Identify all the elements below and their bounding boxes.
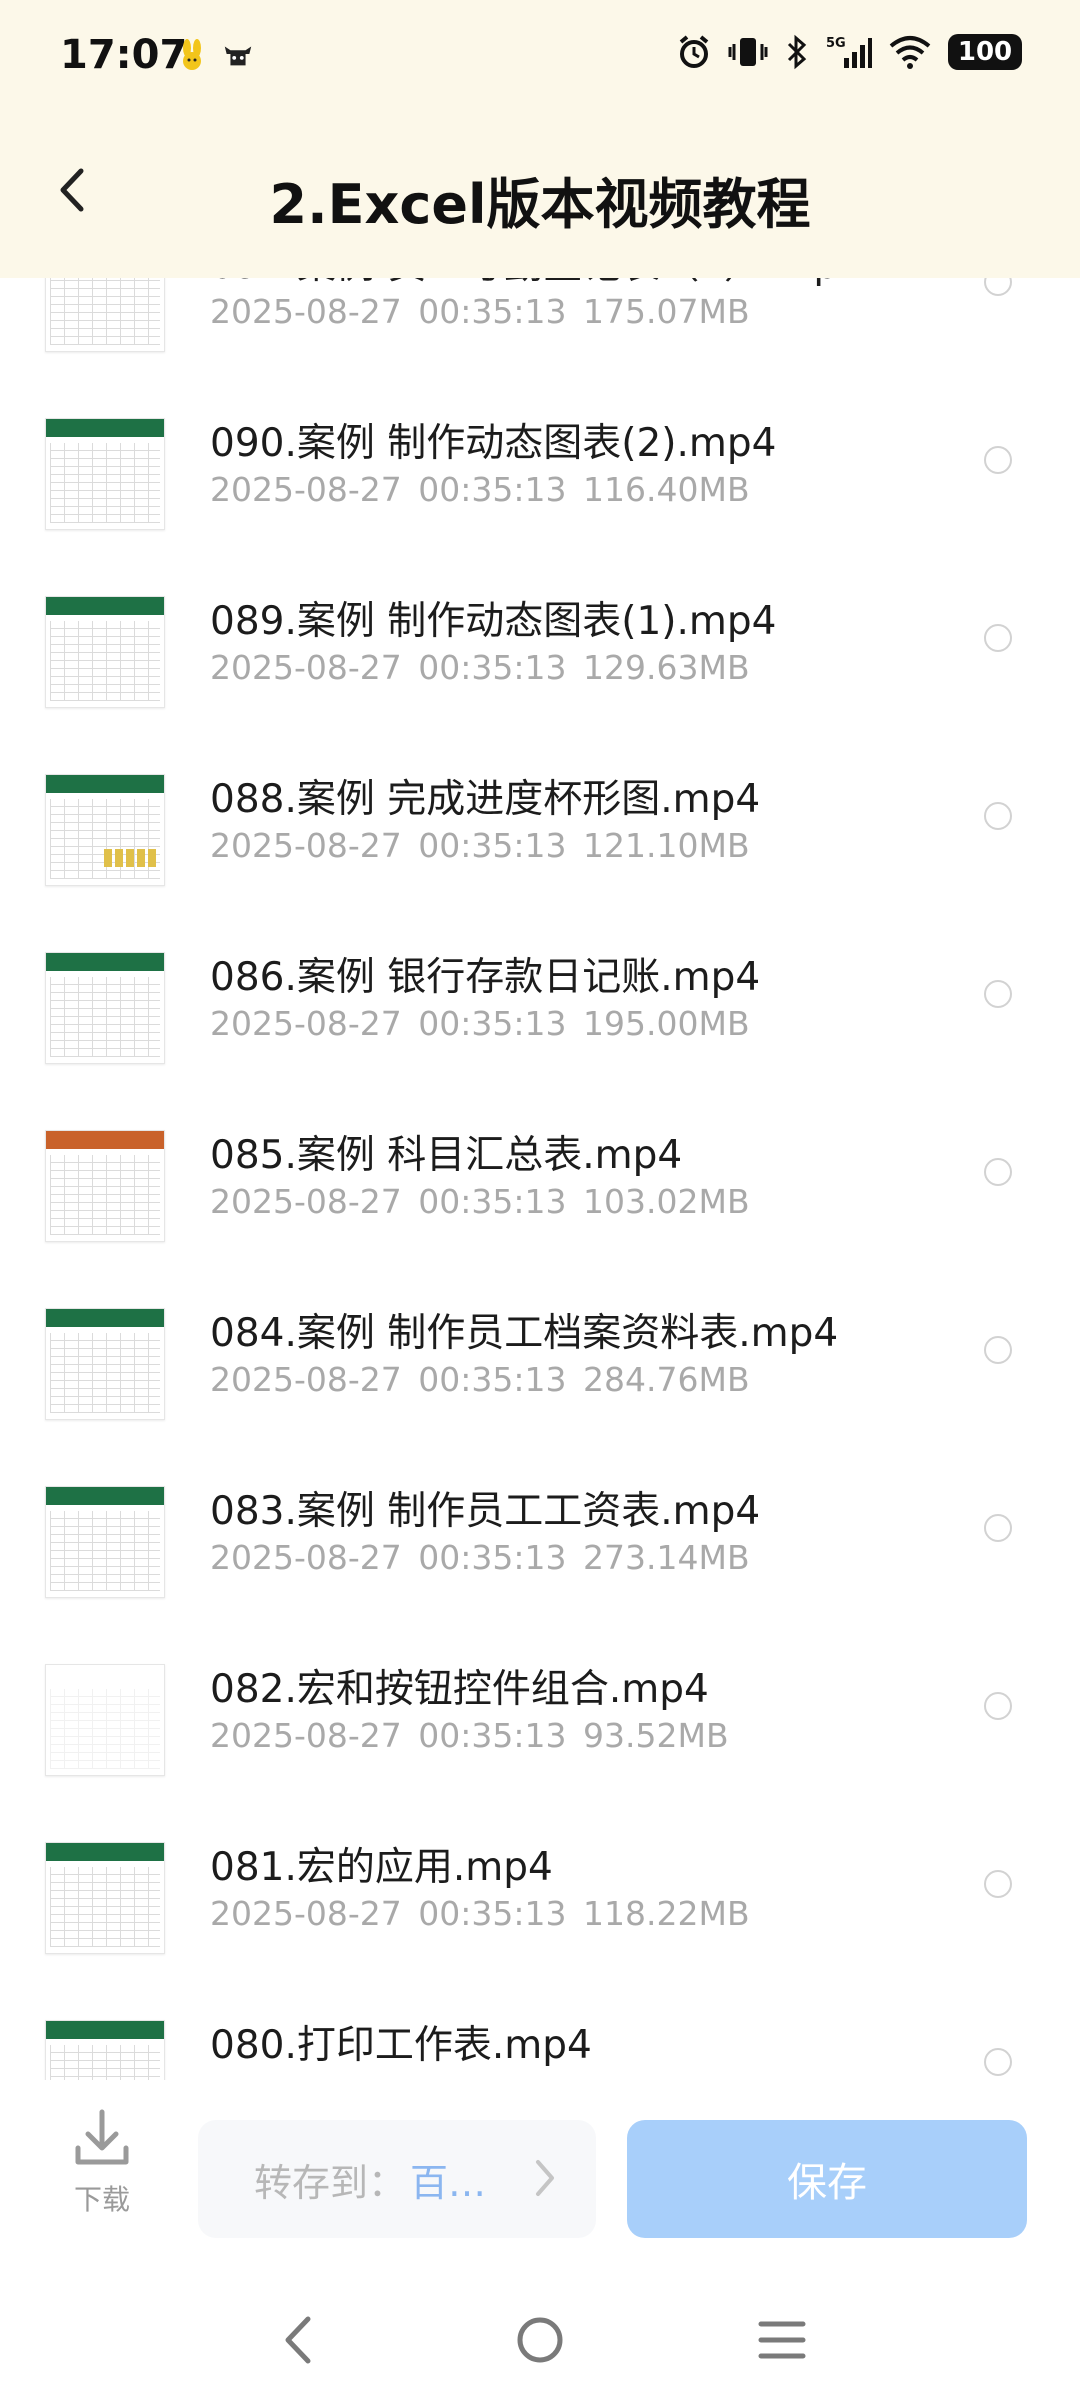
video-thumbnail [45, 952, 165, 1064]
file-meta: 2025-08-27 00:35:13 121.10MB [210, 826, 750, 865]
list-item[interactable]: 090.案例 制作动态图表(2).mp4 2025-08-27 00:35:13… [0, 362, 1080, 540]
file-name: 089.案例 制作动态图表(1).mp4 [210, 599, 777, 644]
list-item[interactable]: 084.案例 制作员工档案资料表.mp4 2025-08-27 00:35:13… [0, 1252, 1080, 1430]
status-time: 17:07 [60, 32, 188, 78]
save-to-selector[interactable]: 转存到： 百… [198, 2120, 596, 2238]
file-name: 084.案例 制作员工档案资料表.mp4 [210, 1311, 839, 1356]
video-thumbnail [45, 1664, 165, 1776]
vibrate-icon [728, 38, 768, 66]
file-name: 086.案例 银行存款日记账.mp4 [210, 955, 761, 1000]
file-name: 085.案例 科目汇总表.mp4 [210, 1133, 683, 1178]
nav-home-button[interactable] [510, 2310, 570, 2370]
list-item[interactable]: 080.打印工作表.mp4 [0, 1964, 1080, 2080]
notification-icons [175, 38, 255, 72]
select-radio[interactable] [984, 802, 1012, 830]
save-button[interactable]: 保存 [627, 2120, 1027, 2238]
video-thumbnail [45, 1308, 165, 1420]
cow-icon [221, 38, 255, 72]
list-item[interactable]: 082.宏和按钮控件组合.mp4 2025-08-27 00:35:13 93.… [0, 1608, 1080, 1786]
list-item[interactable]: 081.宏的应用.mp4 2025-08-27 00:35:13 118.22M… [0, 1786, 1080, 1964]
status-bar: 17:07 5G 100 [0, 0, 1080, 118]
list-item[interactable]: 086.案例 银行存款日记账.mp4 2025-08-27 00:35:13 1… [0, 896, 1080, 1074]
video-thumbnail [45, 1130, 165, 1242]
file-meta: 2025-08-27 00:35:13 273.14MB [210, 1538, 750, 1577]
select-radio[interactable] [984, 1870, 1012, 1898]
select-radio[interactable] [984, 1158, 1012, 1186]
select-radio[interactable] [984, 980, 1012, 1008]
nav-back-icon [285, 2316, 311, 2364]
list-item[interactable]: 085.案例 科目汇总表.mp4 2025-08-27 00:35:13 103… [0, 1074, 1080, 1252]
select-radio[interactable] [984, 446, 1012, 474]
file-meta: 2025-08-27 00:35:13 103.02MB [210, 1182, 750, 1221]
file-meta: 2025-08-27 00:35:13 116.40MB [210, 470, 750, 509]
select-radio[interactable] [984, 1514, 1012, 1542]
save-to-target: 百… [410, 2160, 487, 2205]
video-thumbnail [45, 596, 165, 708]
file-name: 080.打印工作表.mp4 [210, 2023, 592, 2068]
system-status-icons: 5G 100 [676, 34, 1022, 70]
select-radio[interactable] [984, 1336, 1012, 1364]
alarm-icon [679, 35, 709, 68]
file-name: 090.案例 制作动态图表(2).mp4 [210, 421, 777, 466]
file-name: 081.宏的应用.mp4 [210, 1845, 553, 1890]
page-title: 2.Excel版本视频教程 [269, 173, 811, 236]
file-name: 088.案例 完成进度杯形图.mp4 [210, 777, 761, 822]
svg-text:5G: 5G [826, 36, 846, 51]
video-thumbnail [45, 418, 165, 530]
file-meta: 2025-08-27 00:35:13 175.07MB [210, 292, 750, 331]
file-list[interactable]: 091.案例 员工考勤登记表（1）.mp4 2025-08-27 00:35:1… [0, 240, 1080, 2080]
bunny-icon [175, 38, 209, 72]
system-nav-bar [0, 2280, 1080, 2400]
file-meta: 2025-08-27 00:35:13 129.63MB [210, 648, 750, 687]
video-thumbnail [45, 1842, 165, 1954]
action-bar: 下载 转存到： 百… 保存 [0, 2080, 1080, 2280]
file-meta: 2025-08-27 00:35:13 195.00MB [210, 1004, 750, 1043]
bluetooth-icon [787, 34, 807, 70]
video-thumbnail [45, 1486, 165, 1598]
list-item[interactable]: 088.案例 完成进度杯形图.mp4 2025-08-27 00:35:13 1… [0, 718, 1080, 896]
save-to-label: 转存到： [254, 2160, 407, 2205]
nav-back-button[interactable] [268, 2310, 328, 2370]
signal-icon: 5G [826, 36, 872, 68]
wifi-icon [889, 36, 931, 69]
file-name: 083.案例 制作员工工资表.mp4 [210, 1489, 761, 1534]
list-item[interactable]: 083.案例 制作员工工资表.mp4 2025-08-27 00:35:13 2… [0, 1430, 1080, 1608]
file-meta: 2025-08-27 00:35:13 118.22MB [210, 1894, 750, 1933]
battery-icon: 100 [948, 34, 1022, 70]
list-item[interactable]: 089.案例 制作动态图表(1).mp4 2025-08-27 00:35:13… [0, 540, 1080, 718]
download-button[interactable]: 下载 [52, 2108, 152, 2228]
select-radio[interactable] [984, 1692, 1012, 1720]
file-meta: 2025-08-27 00:35:13 93.52MB [210, 1716, 729, 1755]
top-header: 17:07 5G 100 2.Excel版本视频教程 [0, 0, 1080, 278]
select-radio[interactable] [984, 2048, 1012, 2076]
download-label: 下载 [73, 2183, 130, 2216]
download-icon [75, 2109, 129, 2165]
file-name: 082.宏和按钮控件组合.mp4 [210, 1667, 709, 1712]
file-meta: 2025-08-27 00:35:13 284.76MB [210, 1360, 750, 1399]
home-circle-icon [517, 2317, 563, 2363]
chevron-right-icon [536, 2160, 554, 2196]
video-thumbnail [45, 2020, 165, 2080]
nav-menu-button[interactable] [752, 2310, 812, 2370]
video-thumbnail [45, 774, 165, 886]
menu-lines-icon [758, 2321, 806, 2359]
select-radio[interactable] [984, 624, 1012, 652]
